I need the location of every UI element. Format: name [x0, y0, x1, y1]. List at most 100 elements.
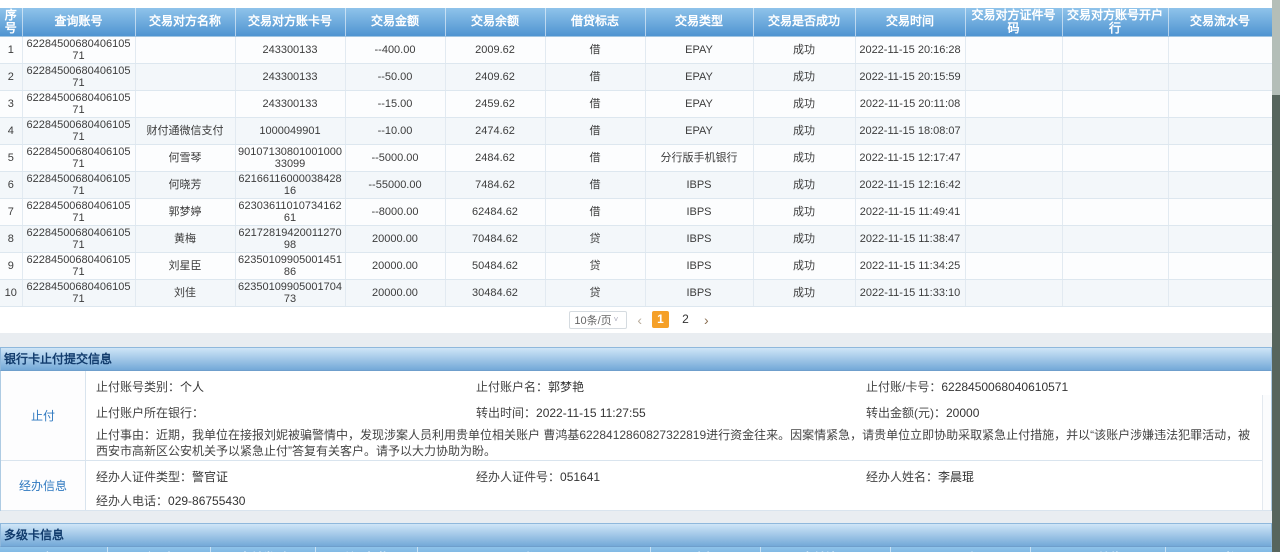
table-cell: 50484.62 [445, 252, 545, 279]
table-cell: 243300133 [235, 36, 345, 63]
table-cell: 6216611600003842816 [235, 171, 345, 198]
table-cell [1062, 63, 1168, 90]
table-cell: 2022-11-15 12:17:47 [855, 144, 965, 171]
table-cell: 6228450068040610571 [22, 198, 135, 225]
table-cell: 2 [0, 63, 22, 90]
field-agent-doc-no: 经办人证件号：051641 [476, 468, 866, 485]
table-cell: 2022-11-15 11:38:47 [855, 225, 965, 252]
table-cell [965, 171, 1062, 198]
column-header: 交易对方名称 [135, 8, 235, 36]
table-cell: 20000.00 [345, 225, 445, 252]
table-cell: 1000049901 [235, 117, 345, 144]
table-cell: 刘星臣 [135, 252, 235, 279]
column-header: 交易流水号 [1168, 8, 1272, 36]
table-cell: 2474.62 [445, 117, 545, 144]
table-cell: 6230361101073416261 [235, 198, 345, 225]
table-cell: 成功 [753, 144, 855, 171]
page-number-2[interactable]: 2 [677, 311, 694, 328]
table-cell: 财付通微信支付 [135, 117, 235, 144]
column-header: 所属机构 [315, 547, 417, 552]
next-page-icon[interactable]: › [702, 313, 711, 327]
table-cell: EPAY [645, 63, 753, 90]
transactions-table-header: 序号查询账号交易对方名称交易对方账卡号交易金额交易余额借贷标志交易类型交易是否成… [0, 8, 1272, 36]
table-cell [135, 90, 235, 117]
table-cell: 9 [0, 252, 22, 279]
column-header: 录入单位 [1030, 547, 1165, 552]
table-cell: 成功 [753, 90, 855, 117]
field-account-name: 止付账户名：郭梦艳 [476, 378, 866, 395]
panel-scrollbar[interactable] [1262, 395, 1271, 510]
table-cell: 20000.00 [345, 252, 445, 279]
table-cell [135, 36, 235, 63]
table-cell: --400.00 [345, 36, 445, 63]
table-cell: --15.00 [345, 90, 445, 117]
table-cell: 2484.62 [445, 144, 545, 171]
column-header: 录入人 [890, 547, 1030, 552]
table-cell: 2022-11-15 11:34:25 [855, 252, 965, 279]
table-cell [965, 225, 1062, 252]
table-cell [1062, 198, 1168, 225]
table-cell: 郭梦婷 [135, 198, 235, 225]
table-cell: 成功 [753, 171, 855, 198]
table-cell: 成功 [753, 63, 855, 90]
table-cell: 成功 [753, 36, 855, 63]
table-cell [1168, 198, 1272, 225]
table-cell: 2009.62 [445, 36, 545, 63]
table-cell: 6235010990500145186 [235, 252, 345, 279]
page-size-label: 10条/页 [574, 312, 611, 328]
field-agent-phone: 经办人电话：029-86755430 [86, 492, 476, 509]
field-agent-doc-type: 经办人证件类型：警官证 [86, 468, 476, 485]
table-cell [1062, 225, 1168, 252]
table-cell: 黄梅 [135, 225, 235, 252]
table-cell [965, 279, 1062, 306]
table-cell: --55000.00 [345, 171, 445, 198]
chevron-down-icon: ˅ [614, 315, 619, 324]
vertical-scrollbar[interactable] [1272, 0, 1280, 552]
table-cell: 贷 [545, 252, 645, 279]
table-cell: 2022-11-15 20:15:59 [855, 63, 965, 90]
prev-page-icon[interactable]: ‹ [635, 313, 644, 327]
table-cell: --5000.00 [345, 144, 445, 171]
table-row[interactable]: 56228450068040610571何雪琴90107130801001000… [0, 144, 1272, 171]
table-cell: 3 [0, 90, 22, 117]
table-cell: 2022-11-15 12:16:42 [855, 171, 965, 198]
table-cell [1168, 252, 1272, 279]
table-cell [965, 90, 1062, 117]
table-cell: IBPS [645, 279, 753, 306]
table-row[interactable]: 46228450068040610571财付通微信支付1000049901--1… [0, 117, 1272, 144]
table-row[interactable]: 76228450068040610571郭梦婷62303611010734162… [0, 198, 1272, 225]
table-row[interactable]: 66228450068040610571何晓芳62166116000038428… [0, 171, 1272, 198]
table-cell: 6228450068040610571 [22, 144, 135, 171]
column-header: 余额 [650, 547, 760, 552]
table-cell: 成功 [753, 198, 855, 225]
field-account-type: 止付账号类别：个人 [86, 378, 476, 395]
column-header: 交易是否成功 [753, 8, 855, 36]
table-cell [1168, 90, 1272, 117]
table-row[interactable]: 96228450068040610571刘星臣62350109905001451… [0, 252, 1272, 279]
column-header: 交易对方账号开户行 [1062, 8, 1168, 36]
scrollbar-thumb[interactable] [1272, 95, 1280, 552]
table-cell: IBPS [645, 225, 753, 252]
field-agent-name: 经办人姓名：李晨琨 [866, 468, 1271, 485]
table-cell [135, 63, 235, 90]
table-row[interactable]: 106228450068040610571刘佳62350109905001704… [0, 279, 1272, 306]
table-row[interactable]: 26228450068040610571243300133--50.002409… [0, 63, 1272, 90]
table-cell: 6228450068040610571 [22, 279, 135, 306]
table-cell: 10 [0, 279, 22, 306]
pagination-bar: 10条/页 ˅ ‹ 1 2 › [0, 307, 1280, 333]
page-size-select[interactable]: 10条/页 ˅ [569, 311, 627, 329]
table-row[interactable]: 16228450068040610571243300133--400.00200… [0, 36, 1272, 63]
page-number-1[interactable]: 1 [652, 311, 669, 328]
table-cell: 6 [0, 171, 22, 198]
table-cell: EPAY [645, 117, 753, 144]
table-row[interactable]: 36228450068040610571243300133--15.002459… [0, 90, 1272, 117]
table-row[interactable]: 86228450068040610571黄梅621728194200112709… [0, 225, 1272, 252]
column-header: 止付结果 [760, 547, 890, 552]
table-cell [1168, 171, 1272, 198]
table-cell: 5 [0, 144, 22, 171]
table-cell: 贷 [545, 279, 645, 306]
table-cell: 4 [0, 117, 22, 144]
field-account-bank: 止付账户所在银行： [86, 404, 476, 421]
table-cell: 7 [0, 198, 22, 225]
table-cell [1062, 90, 1168, 117]
